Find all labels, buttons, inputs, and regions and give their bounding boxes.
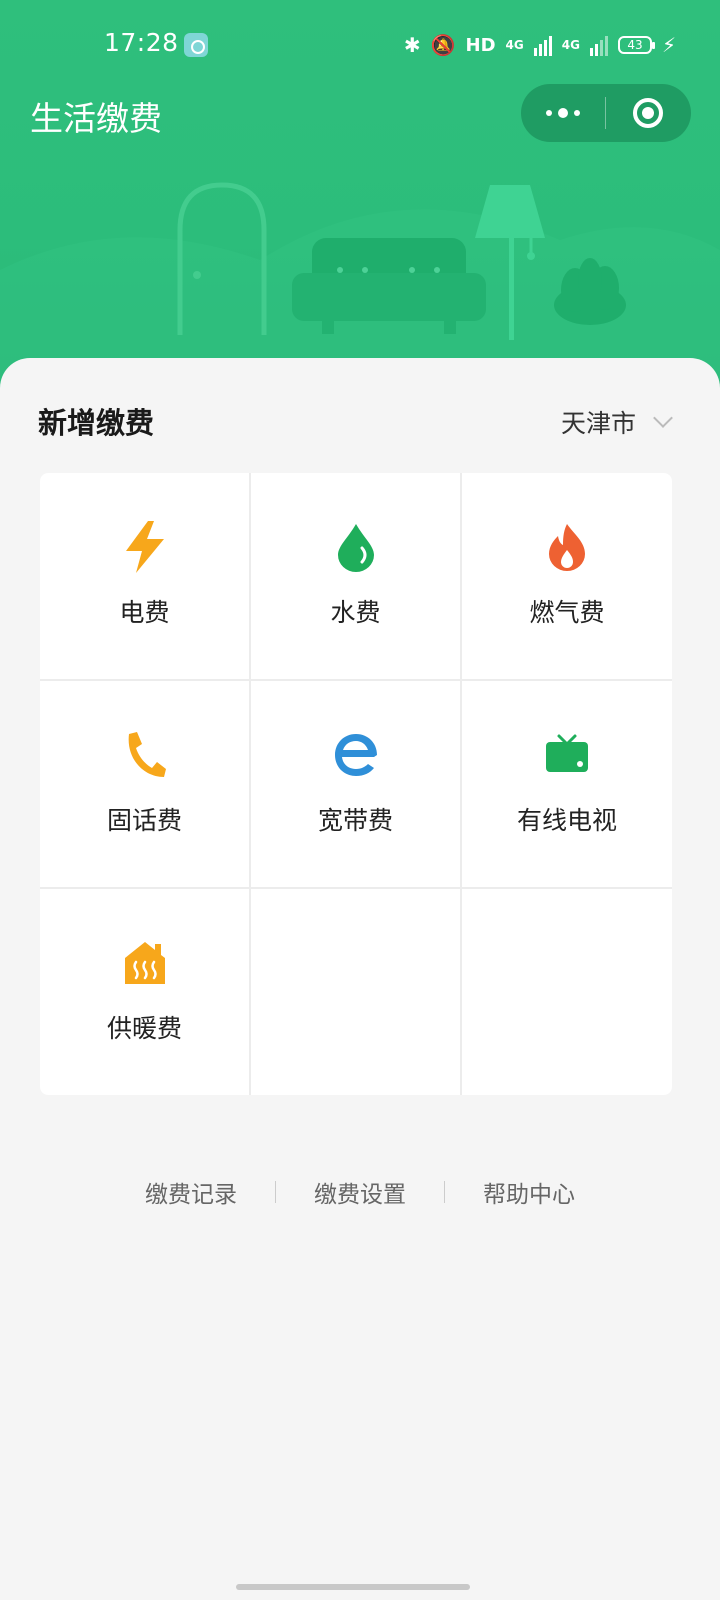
status-icons: ✱ 🔕 HD 4G 4G 43 ⚡ [404, 30, 676, 60]
notification-app-icon [184, 33, 208, 57]
more-button[interactable] [521, 84, 605, 142]
battery-icon: 43 [617, 36, 655, 54]
service-label: 供暖费 [106, 1014, 182, 1043]
heating-house-icon [119, 937, 171, 989]
charging-icon: ⚡ [661, 33, 676, 57]
header-banner: 17:28 ✱ 🔕 HD 4G 4G 43 ⚡ 生活缴费 [0, 0, 720, 400]
service-grid: 电费 水费 燃气费 固话费 宽带费 有线电视 供暖费 [40, 473, 672, 1095]
page-title: 生活缴费 [30, 99, 162, 138]
home-indicator[interactable] [236, 1584, 470, 1590]
service-label: 水费 [330, 598, 381, 627]
service-broadband[interactable]: 宽带费 [251, 681, 460, 887]
service-gas[interactable]: 燃气费 [462, 473, 672, 679]
target-close-icon [633, 98, 663, 128]
service-electricity[interactable]: 电费 [40, 473, 249, 679]
service-water[interactable]: 水费 [251, 473, 460, 679]
footer-links: 缴费记录 缴费设置 帮助中心 [0, 1175, 720, 1209]
payment-records-link[interactable]: 缴费记录 [107, 1175, 275, 1209]
help-center-link[interactable]: 帮助中心 [445, 1175, 613, 1209]
city-label: 天津市 [560, 409, 636, 438]
phone-icon [119, 729, 171, 781]
dot-icon [574, 110, 580, 116]
signal-bars-2-icon [589, 34, 608, 56]
section-title: 新增缴费 [38, 406, 155, 440]
signal-2-label: 4G [561, 38, 580, 52]
service-label: 燃气费 [529, 598, 605, 627]
water-drop-icon [330, 521, 382, 573]
bluetooth-icon: ✱ [403, 33, 421, 57]
flame-icon [541, 521, 593, 573]
service-cable-tv[interactable]: 有线电视 [462, 681, 672, 887]
service-landline[interactable]: 固话费 [40, 681, 249, 887]
tv-icon [541, 729, 593, 781]
chevron-down-icon [653, 408, 673, 428]
status-bar: 17:28 ✱ 🔕 HD 4G 4G 43 ⚡ [0, 0, 720, 90]
payment-settings-link[interactable]: 缴费设置 [276, 1175, 444, 1209]
mute-bell-icon: 🔕 [430, 33, 456, 57]
signal-1-label: 4G [505, 38, 524, 52]
dot-icon [558, 108, 568, 118]
service-label: 有线电视 [516, 806, 617, 835]
lightning-icon [119, 521, 171, 573]
miniprogram-capsule [521, 84, 691, 142]
close-miniprogram-button[interactable] [606, 84, 690, 142]
service-label: 电费 [119, 598, 170, 627]
clock: 17:28 [104, 28, 179, 57]
city-selector[interactable]: 天津市 [560, 400, 673, 444]
service-heating[interactable]: 供暖费 [40, 889, 249, 1095]
hd-label: HD [465, 34, 496, 56]
broadband-e-icon [330, 729, 382, 781]
empty-cell [462, 889, 672, 1095]
signal-bars-icon [533, 34, 552, 56]
empty-cell [251, 889, 460, 1095]
service-label: 固话费 [106, 806, 182, 835]
dot-icon [546, 110, 552, 116]
service-label: 宽带费 [317, 806, 393, 835]
